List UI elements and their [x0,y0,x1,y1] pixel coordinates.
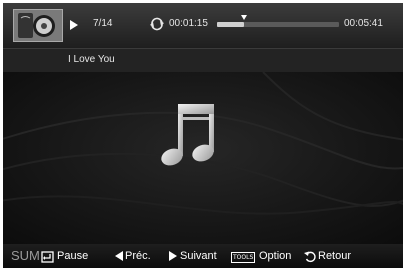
sum-label: SUM [11,248,40,263]
song-title: I Love You [68,54,115,65]
pause-button[interactable]: Pause [41,250,101,263]
cd-icon [14,10,62,41]
option-label: Option [259,250,292,262]
elapsed-time: 00:01:15 [169,18,208,29]
next-button[interactable]: Suivant [169,250,224,263]
left-arrow-icon [115,251,123,261]
control-bar: SUM Pause Préc. Suivant TOOLS Option Ret… [3,244,403,268]
progress-bar[interactable] [217,15,339,27]
enter-icon [41,251,54,263]
play-icon [70,20,78,30]
total-time: 00:05:41 [344,18,383,29]
return-label: Retour [318,250,352,262]
tools-icon: TOOLS [231,252,256,263]
song-title-bar: I Love You [3,48,403,73]
return-button[interactable]: Retour [304,250,360,263]
previous-button[interactable]: Préc. [115,250,157,263]
music-note-icon [161,104,214,166]
pause-label: Pause [57,250,89,262]
track-count: 7/14 [93,18,113,29]
next-label: Suivant [180,250,217,262]
album-art-thumbnail [13,9,63,42]
return-icon [304,251,316,263]
previous-label: Préc. [125,250,151,262]
music-player-screen: 7/14 00:01:15 00:05:41 I Love You SUM Pa… [3,3,403,268]
progress-marker[interactable] [240,15,247,20]
visualization-area [3,72,403,244]
option-button[interactable]: TOOLS Option [231,250,295,263]
player-status-bar: 7/14 00:01:15 00:05:41 [3,3,403,48]
right-arrow-icon [169,251,177,261]
progress-fill [217,22,244,27]
repeat-icon [150,17,164,31]
